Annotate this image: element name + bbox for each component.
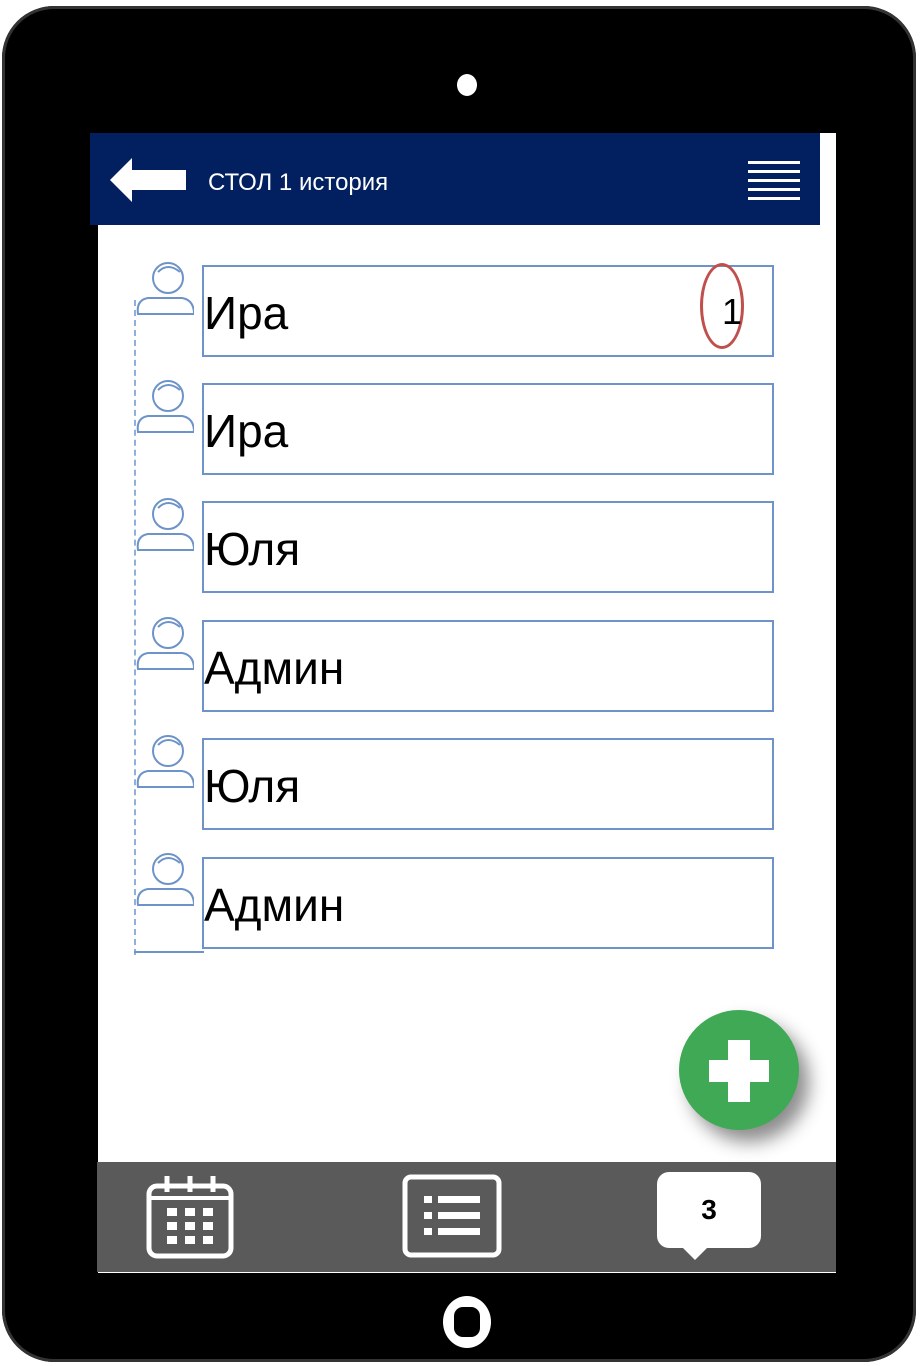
history-row[interactable]: Юля <box>202 501 774 593</box>
user-name: Админ <box>204 642 345 694</box>
chat-bubble-tail <box>681 1246 709 1260</box>
home-button[interactable] <box>443 1296 491 1348</box>
camera-dot <box>457 74 477 96</box>
top-app-bar: СТОЛ 1 история <box>90 133 820 225</box>
user-icon <box>136 498 194 551</box>
page-title: СТОЛ 1 история <box>208 169 389 196</box>
bottom-nav-bar: 3 <box>97 1162 836 1272</box>
user-name: Юля <box>204 523 301 575</box>
history-row[interactable]: Админ <box>202 857 774 949</box>
chat-count: 3 <box>701 1194 717 1225</box>
hamburger-menu-icon[interactable] <box>748 161 800 203</box>
user-icon <box>136 735 194 788</box>
unread-count: 1 <box>721 291 742 332</box>
chat-bubble-icon[interactable]: 3 <box>657 1172 761 1248</box>
back-arrow-icon[interactable] <box>110 158 186 202</box>
user-icon <box>136 262 194 315</box>
user-name: Админ <box>204 879 345 931</box>
timeline-end <box>134 951 204 953</box>
history-row[interactable]: Ира 1 <box>202 263 774 357</box>
user-name: Ира <box>204 405 289 457</box>
user-name: Ира <box>204 287 289 339</box>
list-icon[interactable] <box>402 1174 502 1258</box>
user-icon <box>136 853 194 906</box>
history-row[interactable]: Админ <box>202 620 774 712</box>
calendar-icon[interactable] <box>145 1172 235 1260</box>
history-row[interactable]: Юля <box>202 738 774 830</box>
user-icon <box>136 380 194 433</box>
history-row[interactable]: Ира <box>202 383 774 475</box>
user-name: Юля <box>204 760 301 812</box>
add-button[interactable] <box>679 1010 799 1130</box>
user-icon <box>136 617 194 670</box>
